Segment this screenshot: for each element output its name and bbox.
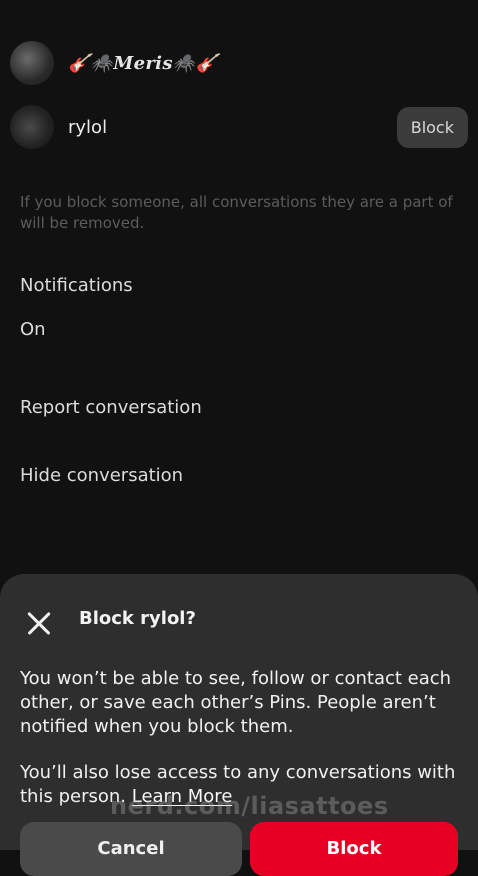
member-row[interactable]: rylol Block: [10, 104, 468, 150]
dialog-title: Block rylol?: [79, 608, 196, 629]
dialog-paragraph: You won’t be able to see, follow or cont…: [20, 668, 452, 737]
block-confirmation-sheet: Block rylol? You won’t be able to see, f…: [0, 574, 478, 876]
avatar[interactable]: [10, 41, 54, 85]
close-icon[interactable]: [26, 610, 52, 636]
member-name: rylol: [68, 116, 108, 138]
block-member-button[interactable]: Block: [396, 106, 468, 148]
cancel-button[interactable]: Cancel: [20, 822, 242, 876]
member-row[interactable]: 🎸🕷️Meris🕷️🎸: [10, 40, 468, 86]
block-info-text: If you block someone, all conversations …: [20, 193, 453, 232]
report-conversation[interactable]: Report conversation: [20, 397, 202, 418]
member-name: 🎸🕷️Meris🕷️🎸: [68, 52, 219, 74]
block-button[interactable]: Block: [250, 822, 458, 876]
hide-conversation[interactable]: Hide conversation: [20, 465, 183, 486]
watermark: nerd.com/liasattoes: [110, 792, 389, 820]
notifications-value[interactable]: On: [20, 319, 46, 340]
notifications-label[interactable]: Notifications: [20, 275, 133, 296]
avatar[interactable]: [10, 105, 54, 149]
